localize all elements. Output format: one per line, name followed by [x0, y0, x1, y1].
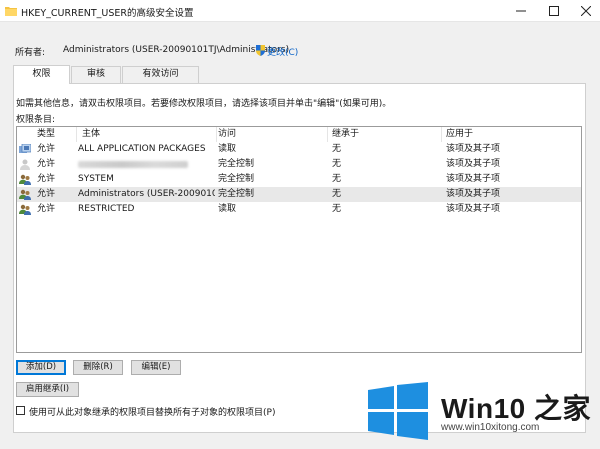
maximize-button[interactable]: [538, 0, 570, 22]
list-header: 类型 主体 访问 继承于 应用于: [17, 127, 581, 142]
entry-type: 允许: [37, 159, 56, 169]
table-row[interactable]: 允许 完全控制 无 该项及其子项: [17, 157, 581, 172]
owner-label: 所有者:: [15, 48, 46, 58]
entry-access: 读取: [218, 204, 237, 214]
entry-principal: RESTRICTED: [78, 204, 135, 214]
column-header-principal[interactable]: 主体: [78, 127, 217, 142]
entry-inherited-from: 无: [332, 189, 342, 199]
watermark-url: www.win10xitong.com: [441, 422, 540, 433]
entries-label: 权限条目:: [16, 115, 56, 125]
entry-inherited-from: 无: [332, 204, 342, 214]
column-header-applies-to[interactable]: 应用于: [442, 127, 581, 142]
table-row[interactable]: 允许 RESTRICTED 读取 无 该项及其子项: [17, 202, 581, 217]
tab-auditing[interactable]: 审核: [71, 66, 121, 83]
entry-type: 允许: [37, 189, 56, 199]
entry-inherited-from: 无: [332, 159, 342, 169]
table-row[interactable]: 允许 ALL APPLICATION PACKAGES 读取 无 该项及其子项: [17, 142, 581, 157]
user-icon: [20, 159, 30, 170]
entry-applies-to: 该项及其子项: [446, 174, 501, 184]
shield-icon: [256, 45, 265, 56]
tab-effective-access[interactable]: 有效访问: [122, 66, 199, 83]
entry-type: 允许: [37, 174, 56, 184]
entry-applies-to: 该项及其子项: [446, 144, 501, 154]
tab-permissions[interactable]: 权限: [13, 65, 70, 84]
remove-button[interactable]: 删除(R): [73, 360, 123, 375]
table-row-selected[interactable]: 允许 Administrators (USER-20090101... 完全控制…: [17, 187, 581, 202]
replace-child-permissions-checkbox[interactable]: [16, 406, 25, 415]
maximize-icon: [549, 6, 559, 16]
entry-access: 完全控制: [218, 189, 255, 199]
users-group-icon: [19, 189, 31, 200]
entry-applies-to: 该项及其子项: [446, 189, 501, 199]
entry-principal: ALL APPLICATION PACKAGES: [78, 144, 206, 154]
table-row[interactable]: 允许 SYSTEM 完全控制 无 该项及其子项: [17, 172, 581, 187]
entry-access: 完全控制: [218, 159, 255, 169]
column-header-access[interactable]: 访问: [214, 127, 328, 142]
package-group-icon: [19, 144, 31, 153]
replace-child-permissions-label[interactable]: 使用可从此对象继承的权限项目替换所有子对象的权限项目(P): [29, 405, 275, 418]
edit-button[interactable]: 编辑(E): [131, 360, 181, 375]
entry-type: 允许: [37, 144, 56, 154]
entry-principal-redacted: [78, 161, 188, 168]
enable-inheritance-button[interactable]: 启用继承(I): [16, 382, 79, 397]
close-icon: [581, 6, 591, 16]
watermark-brand: Win10 之家: [441, 393, 591, 424]
entry-inherited-from: 无: [332, 174, 342, 184]
entry-applies-to: 该项及其子项: [446, 204, 501, 214]
folder-icon: [5, 7, 17, 16]
minimize-icon: [516, 10, 526, 12]
window-title: HKEY_CURRENT_USER的高级安全设置: [21, 8, 194, 19]
users-group-icon: [19, 174, 31, 185]
entry-inherited-from: 无: [332, 144, 342, 154]
add-button[interactable]: 添加(D): [16, 360, 66, 375]
watermark-logo: Win10 之家 www.win10xitong.com: [368, 378, 600, 449]
entry-principal: Administrators (USER-20090101...: [78, 189, 215, 199]
title-bar: HKEY_CURRENT_USER的高级安全设置: [0, 0, 600, 22]
entry-access: 读取: [218, 144, 237, 154]
users-group-icon: [19, 204, 31, 215]
permission-entries-list[interactable]: 类型 主体 访问 继承于 应用于 允许 ALL APPLICATION PACK…: [16, 126, 582, 353]
column-header-type[interactable]: 类型: [17, 127, 77, 142]
entry-access: 完全控制: [218, 174, 255, 184]
info-text: 如需其他信息，请双击权限项目。若要修改权限项目，请选择该项目并单击"编辑"(如果…: [16, 99, 392, 109]
windows-logo-icon: [368, 382, 428, 440]
entry-principal: SYSTEM: [78, 174, 114, 184]
column-header-inherited-from[interactable]: 继承于: [328, 127, 442, 142]
minimize-button[interactable]: [505, 0, 537, 22]
change-owner-link[interactable]: 更改(C): [267, 45, 298, 58]
close-button[interactable]: [570, 0, 600, 22]
entry-type: 允许: [37, 204, 56, 214]
entry-applies-to: 该项及其子项: [446, 159, 501, 169]
